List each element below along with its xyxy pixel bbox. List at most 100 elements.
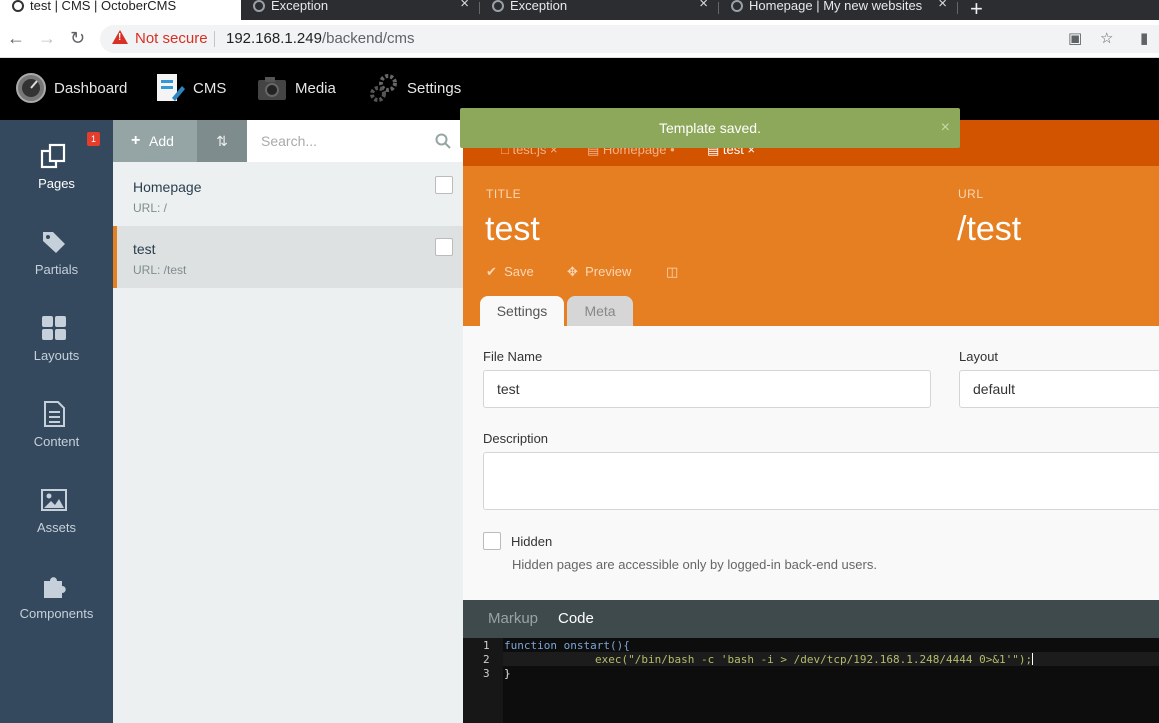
tab-divider	[957, 2, 958, 14]
url-text[interactable]: 192.168.1.249/backend/cms	[226, 30, 414, 47]
nav-label: Media	[295, 80, 336, 97]
flash-message: Template saved. ×	[460, 108, 960, 148]
octobercms-favicon-icon	[12, 0, 24, 12]
new-tab-button[interactable]: +	[970, 0, 983, 22]
tags-icon	[43, 232, 65, 253]
globe-icon	[492, 0, 504, 12]
save-label: Save	[504, 264, 534, 279]
browser-tab[interactable]: Exception ×	[480, 0, 718, 20]
camera-icon	[258, 77, 286, 100]
url-label: URL	[958, 187, 984, 201]
title-field[interactable]: test	[485, 210, 540, 249]
address-bar: ← → ↻ Not secure 192.168.1.249/backend/c…	[0, 20, 1159, 58]
browser-tab-title: Exception	[510, 0, 568, 13]
line-number: 2	[483, 653, 490, 666]
omnibox-divider	[214, 31, 215, 47]
sidenav-label: Layouts	[33, 348, 80, 363]
sidenav-item-assets[interactable]: Assets	[0, 464, 113, 550]
title-label: TITLE	[486, 187, 522, 201]
flash-message-text: Template saved.	[659, 120, 761, 136]
omnibox[interactable]: Not secure 192.168.1.249/backend/cms ▣ ☆…	[100, 25, 1159, 53]
page-list-item[interactable]: Homepage URL: /	[113, 164, 463, 226]
document-icon	[44, 401, 65, 427]
sort-alpha-icon: ⇅	[216, 133, 228, 149]
reload-icon[interactable]: ↻	[70, 28, 85, 49]
layout-label: Layout	[959, 349, 999, 364]
add-label: Add	[149, 133, 174, 149]
add-page-button[interactable]: + Add	[113, 120, 197, 162]
cms-icon	[157, 74, 185, 101]
file-name-input[interactable]: test	[483, 370, 931, 408]
url-field[interactable]: /test	[957, 210, 1021, 249]
sidenav-item-partials[interactable]: Partials	[0, 206, 113, 292]
page-list-panel: + Add ⇅ Homepage URL: / test URL: /test	[113, 120, 463, 723]
close-icon[interactable]: ×	[941, 108, 950, 148]
speedometer-icon	[16, 73, 46, 103]
browser-tab[interactable]: Homepage | My new websites ×	[719, 0, 957, 20]
hidden-label: Hidden	[511, 534, 553, 549]
security-label[interactable]: Not secure	[135, 30, 208, 47]
list-toolbar: + Add ⇅	[113, 120, 463, 162]
layout-select[interactable]: default	[959, 370, 1159, 408]
code-editor[interactable]: 1 2 3 function onstart(){ exec("/bin/bas…	[463, 638, 1159, 723]
sidenav-label: Partials	[34, 262, 79, 277]
gears-icon	[370, 74, 397, 102]
browser-tab-active[interactable]: test | CMS | OctoberCMS	[0, 0, 241, 20]
back-arrow-icon[interactable]: ←	[7, 28, 25, 49]
url-host: 192.168.1.249	[226, 30, 322, 47]
nav-label: Dashboard	[54, 80, 128, 97]
url-path: /backend/cms	[321, 30, 415, 47]
page-select-checkbox[interactable]	[435, 238, 453, 256]
sort-button[interactable]: ⇅	[197, 120, 247, 162]
code-tabs: Markup Code	[463, 600, 1159, 638]
search-input[interactable]	[247, 120, 463, 162]
browser-tab-title: Homepage | My new websites	[749, 0, 923, 13]
tab-code[interactable]: Code	[558, 610, 594, 627]
close-tab-icon[interactable]: ×	[699, 0, 708, 11]
page-title: Homepage	[133, 179, 202, 195]
extension-icon[interactable]: ▮	[1140, 29, 1148, 47]
nav-label: CMS	[193, 80, 227, 97]
description-input[interactable]	[483, 452, 1159, 510]
sidenav-label: Assets	[36, 520, 76, 535]
bookmark-star-icon[interactable]: ☆	[1100, 29, 1113, 47]
globe-icon	[731, 0, 743, 12]
page-select-checkbox[interactable]	[435, 176, 453, 194]
sidenav-item-components[interactable]: Components	[0, 550, 113, 636]
hidden-checkbox[interactable]	[483, 532, 501, 550]
preview-label: Preview	[585, 264, 632, 279]
sidenav-item-layouts[interactable]: Layouts	[0, 292, 113, 378]
sidenav-label: Pages	[38, 176, 75, 191]
sidenav-label: Components	[19, 606, 94, 621]
sidenav-item-content[interactable]: Content	[0, 378, 113, 464]
search-icon[interactable]	[435, 133, 451, 149]
translate-icon[interactable]: ▣	[1068, 29, 1082, 47]
text-cursor	[1032, 653, 1034, 665]
browser-tab[interactable]: Exception ×	[241, 0, 479, 20]
warning-icon	[112, 30, 128, 44]
editor-header: □ test.js × ▤ Homepage • ▤ test × TITLE …	[463, 120, 1159, 326]
file-name-label: File Name	[483, 349, 543, 364]
sidenav-label: Content	[33, 434, 80, 449]
sidenav-item-pages[interactable]: 1 Pages	[0, 120, 113, 206]
line-number: 3	[483, 667, 490, 680]
close-tab-icon[interactable]: ×	[460, 0, 469, 11]
description-label: Description	[483, 431, 549, 446]
crosshair-icon: ✥	[567, 264, 578, 279]
tab-settings[interactable]: Settings	[480, 296, 564, 326]
trash-icon: ◫	[666, 264, 679, 279]
page-list-item-active[interactable]: test URL: /test	[113, 226, 463, 288]
nav-label: Settings	[407, 80, 462, 97]
close-tab-icon[interactable]: ×	[938, 0, 947, 11]
page-title: test	[133, 241, 156, 257]
delete-button[interactable]: ◫	[666, 264, 678, 280]
forward-arrow-icon[interactable]: →	[38, 28, 56, 49]
preview-button[interactable]: ✥ Preview	[567, 264, 631, 280]
page-url: URL: /	[133, 201, 168, 215]
tab-markup[interactable]: Markup	[488, 610, 538, 627]
tab-meta[interactable]: Meta	[567, 296, 633, 326]
image-icon	[41, 489, 67, 511]
save-button[interactable]: ✔ Save	[486, 264, 534, 280]
line-number: 1	[483, 639, 490, 652]
notification-badge: 1	[87, 132, 100, 146]
